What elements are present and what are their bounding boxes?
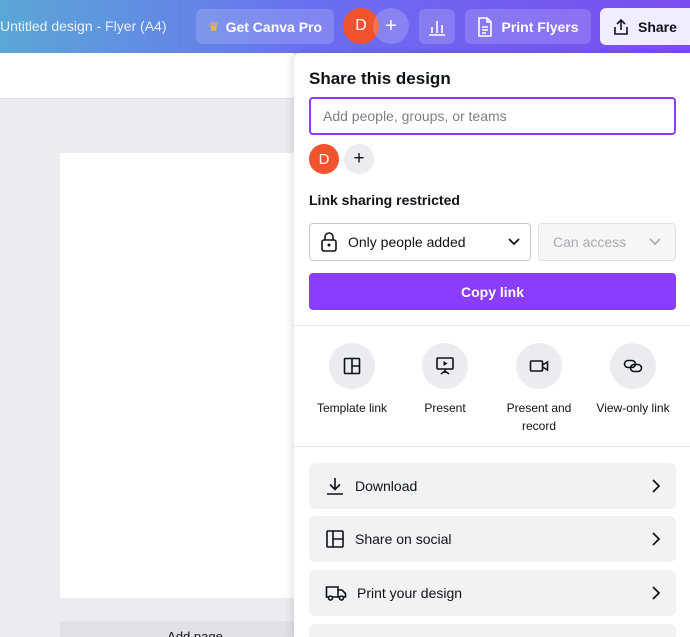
- present-action[interactable]: Present: [398, 343, 492, 417]
- template-link-circle[interactable]: [329, 343, 375, 389]
- add-page-label: Add page: [167, 629, 223, 637]
- template-link-action[interactable]: Template link: [305, 343, 399, 417]
- access-scope-value: Only people added: [348, 234, 466, 250]
- editor-toolbar: [0, 53, 294, 99]
- add-member-button[interactable]: +: [344, 144, 374, 174]
- top-bar: Untitled design - Flyer (A4) ♛ Get Canva…: [0, 0, 690, 53]
- view-only-link-action[interactable]: View-only link: [586, 343, 680, 417]
- download-row[interactable]: Download: [309, 463, 676, 509]
- divider: [294, 446, 690, 447]
- print-your-design-row[interactable]: Print your design: [309, 570, 676, 616]
- present-and-record-action[interactable]: Present and record: [492, 343, 586, 435]
- present-icon: [436, 357, 454, 375]
- add-page-button[interactable]: Add page: [60, 621, 300, 637]
- chevron-down-icon: [508, 238, 520, 246]
- share-upload-icon: [614, 18, 628, 35]
- more-options-row[interactable]: [309, 624, 676, 637]
- present-label: Present: [424, 401, 466, 415]
- download-label: Download: [355, 478, 418, 494]
- link-sharing-heading: Link sharing restricted: [309, 192, 460, 208]
- download-icon: [327, 478, 343, 495]
- access-level-value: Can access: [553, 234, 627, 250]
- add-people-input[interactable]: [309, 97, 676, 135]
- chevron-right-icon: [652, 586, 660, 600]
- present-circle[interactable]: [422, 343, 468, 389]
- link-icon: [623, 359, 643, 373]
- chevron-right-icon: [652, 479, 660, 493]
- chevron-down-icon: [649, 238, 661, 246]
- document-title[interactable]: Untitled design - Flyer (A4): [0, 18, 167, 34]
- print-your-design-label: Print your design: [357, 585, 463, 601]
- divider: [294, 325, 690, 326]
- share-panel-title: Share this design: [309, 69, 451, 88]
- add-collaborator-button[interactable]: +: [373, 8, 409, 44]
- copy-link-button[interactable]: Copy link: [309, 273, 676, 310]
- present-and-record-circle[interactable]: [516, 343, 562, 389]
- view-only-link-label: View-only link: [596, 401, 670, 415]
- get-canva-pro-label: Get Canva Pro: [225, 18, 323, 35]
- lock-icon: [321, 232, 337, 252]
- video-camera-icon: [529, 360, 549, 372]
- insights-button[interactable]: [419, 9, 455, 44]
- design-page[interactable]: [60, 153, 300, 598]
- access-scope-dropdown[interactable]: Only people added: [309, 223, 531, 261]
- crown-icon: ♛: [207, 18, 220, 34]
- share-on-social-label: Share on social: [355, 531, 452, 547]
- truck-icon: [325, 586, 347, 601]
- access-level-dropdown[interactable]: Can access: [538, 223, 676, 261]
- template-link-label: Template link: [316, 401, 388, 415]
- chevron-right-icon: [652, 532, 660, 546]
- print-flyers-button[interactable]: Print Flyers: [465, 9, 591, 44]
- share-label: Share: [638, 18, 677, 35]
- present-and-record-label: Present and record: [506, 401, 572, 433]
- bar-chart-icon: [429, 20, 445, 36]
- print-document-icon: [478, 16, 493, 37]
- template-icon: [343, 357, 361, 375]
- share-on-social-row[interactable]: Share on social: [309, 516, 676, 562]
- view-only-link-circle[interactable]: [610, 343, 656, 389]
- print-flyers-label: Print Flyers: [501, 18, 579, 35]
- share-panel: Share this design D + Link sharing restr…: [294, 53, 690, 637]
- share-button[interactable]: Share: [600, 8, 690, 45]
- social-icon: [326, 530, 344, 548]
- member-avatar[interactable]: D: [309, 144, 339, 174]
- get-canva-pro-button[interactable]: ♛ Get Canva Pro: [196, 9, 334, 44]
